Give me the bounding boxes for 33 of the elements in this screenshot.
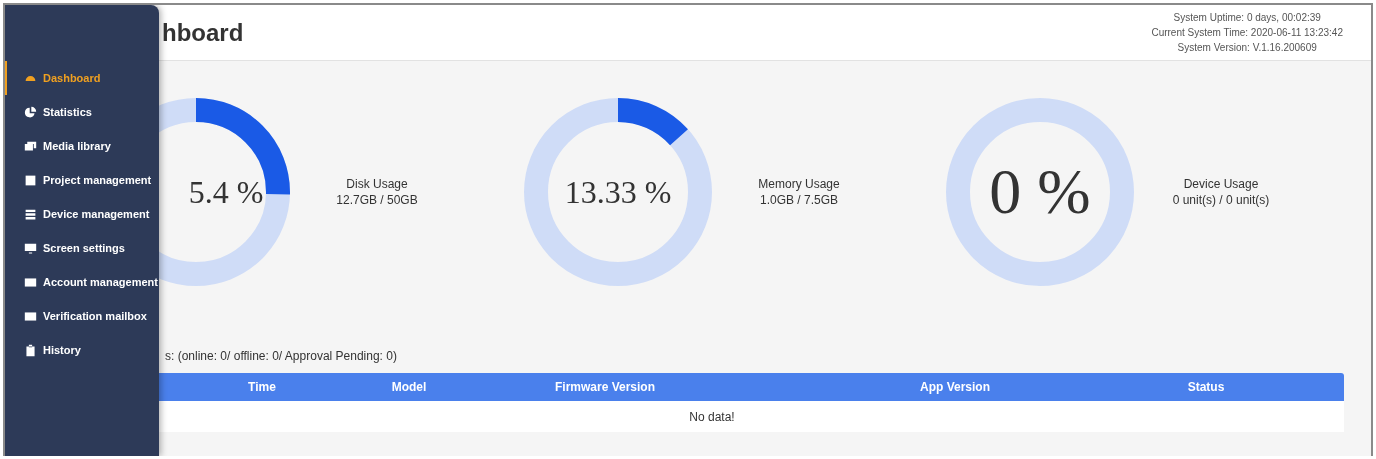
page-title: hboard — [162, 18, 244, 47]
sidebar-item[interactable]: History — [5, 333, 159, 367]
column-header: Model — [390, 380, 428, 394]
gauge-label: Disk Usage — [345, 176, 409, 192]
sidebar-item[interactable]: Project management — [5, 163, 159, 197]
column-header: Status — [1186, 380, 1226, 394]
gauge-label: Device Usage — [1182, 176, 1260, 192]
percentage-value: 0 % — [988, 155, 1092, 229]
column-header: Time — [247, 380, 277, 394]
clipboard-icon — [24, 343, 37, 357]
server-icon — [24, 207, 37, 221]
system-info-text: System Uptime: 0 days, 00:02:39 — [1172, 11, 1322, 25]
sidebar-item[interactable]: Media library — [5, 129, 159, 163]
gauge-label: Memory Usage — [757, 176, 841, 192]
column-header: App Version — [919, 380, 991, 394]
sidebar-item[interactable]: Statistics — [5, 95, 159, 129]
gauge-detail: 0 unit(s) / 0 unit(s) — [1171, 192, 1271, 208]
column-header: Firmware Version — [553, 380, 656, 394]
sidebar-item[interactable]: Account management — [5, 265, 159, 299]
sidebar-item[interactable]: Dashboard — [5, 61, 159, 95]
images-icon — [24, 139, 37, 153]
percentage-value: 5.4 % — [187, 173, 265, 211]
sidebar-item[interactable]: Verification mailbox — [5, 299, 159, 333]
gauge-detail: 12.7GB / 50GB — [335, 192, 419, 208]
empty-message: No data! — [689, 409, 735, 424]
sidebar-item[interactable]: Device management — [5, 197, 159, 231]
device-summary: s: (online: 0/ offline: 0/ Approval Pending: 0) — [165, 349, 398, 363]
sidebar-item[interactable]: Screen settings — [5, 231, 159, 265]
system-info-text: System Version: V.1.16.200609 — [1176, 41, 1318, 55]
pie-icon — [24, 105, 37, 119]
gauge-detail: 1.0GB / 7.5GB — [758, 192, 839, 208]
percentage-value: 13.33 % — [563, 173, 673, 211]
system-info-text: Current System Time: 2020-06-11 13:23:42 — [1151, 26, 1343, 40]
